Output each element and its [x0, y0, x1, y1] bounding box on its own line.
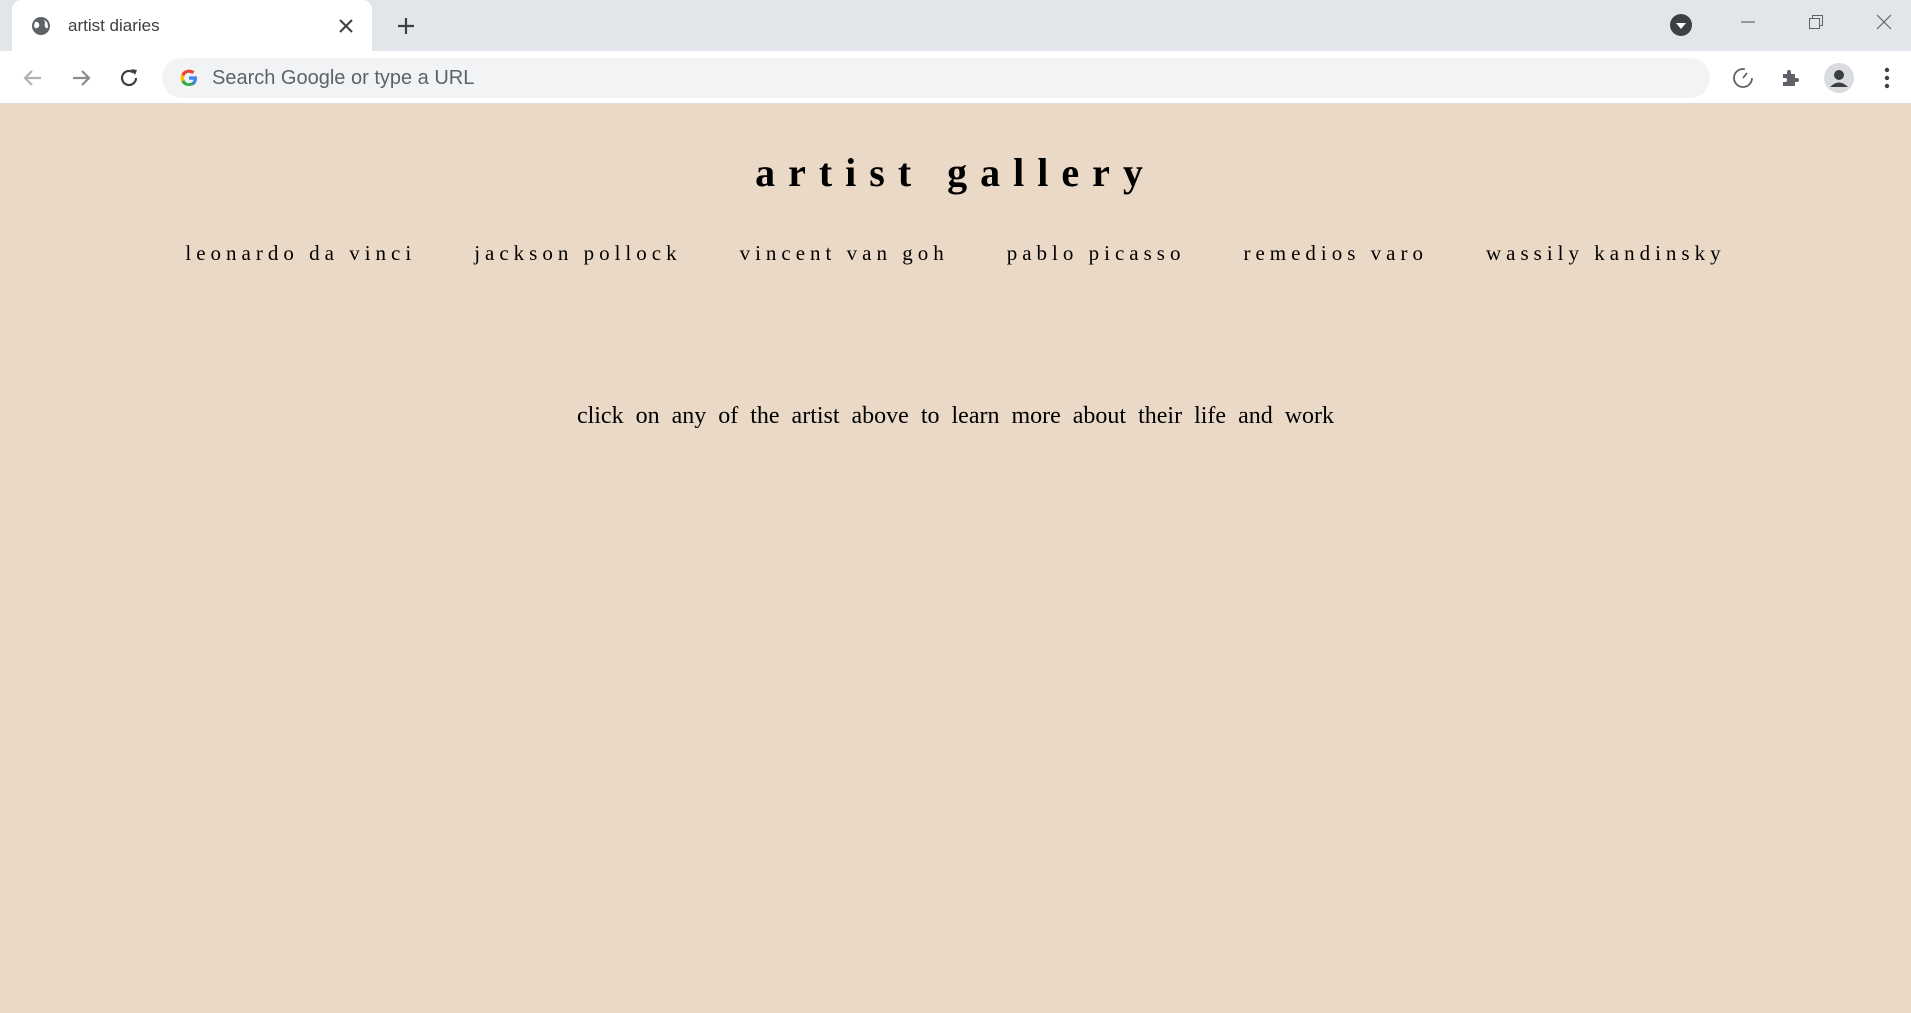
performance-icon[interactable]	[1728, 63, 1758, 93]
restore-button[interactable]	[1786, 0, 1846, 44]
arrow-right-icon	[73, 70, 91, 86]
url-input[interactable]	[212, 66, 1612, 90]
artist-link-jackson-pollock[interactable]: jackson pollock	[474, 241, 681, 266]
artist-link-pablo-picasso[interactable]: pablo picasso	[1007, 241, 1186, 266]
artist-link-remedios-varo[interactable]: remedios varo	[1243, 241, 1428, 266]
address-bar[interactable]	[162, 58, 1710, 98]
back-button[interactable]	[18, 63, 48, 93]
artist-link-vincent-van-goh[interactable]: vincent van goh	[740, 241, 949, 266]
tab-strip: artist diaries	[0, 0, 1911, 51]
browser-toolbar	[0, 51, 1911, 104]
extensions-icon[interactable]	[1776, 63, 1806, 93]
tab-title: artist diaries	[68, 15, 160, 35]
minimize-button[interactable]	[1718, 0, 1778, 44]
artist-nav: leonardo da vinci jackson pollock vincen…	[0, 241, 1911, 266]
google-icon	[178, 67, 200, 89]
artist-link-wassily-kandinsky[interactable]: wassily kandinsky	[1486, 241, 1726, 266]
profile-avatar-icon[interactable]	[1824, 63, 1854, 93]
forward-button[interactable]	[66, 63, 96, 93]
reload-icon	[120, 69, 138, 87]
browser-tab[interactable]: artist diaries	[12, 0, 372, 51]
menu-kebab-icon[interactable]	[1872, 63, 1902, 93]
globe-icon	[30, 15, 52, 37]
artist-link-leonardo-da-vinci[interactable]: leonardo da vinci	[185, 241, 416, 266]
tab-search-button[interactable]	[1668, 12, 1694, 38]
page-content: artist gallery leonardo da vinci jackson…	[0, 105, 1911, 1013]
reload-button[interactable]	[114, 63, 144, 93]
page-title: artist gallery	[755, 150, 1156, 195]
intro-text: click on any of the artist above to lear…	[576, 403, 1335, 429]
close-tab-icon[interactable]	[334, 14, 358, 38]
close-window-button[interactable]	[1854, 0, 1911, 44]
arrow-left-icon	[23, 70, 41, 86]
new-tab-button[interactable]	[391, 11, 421, 41]
